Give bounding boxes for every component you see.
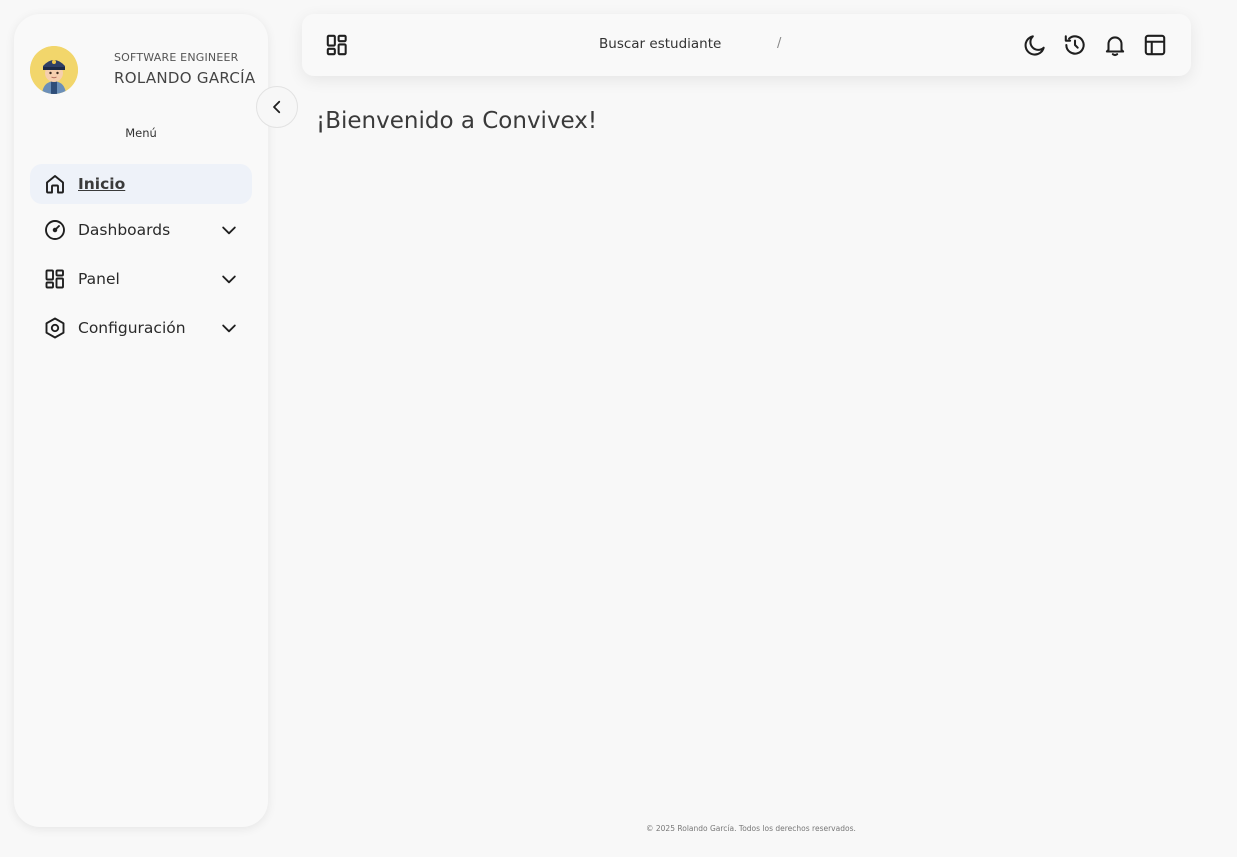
gauge-icon [42, 217, 68, 243]
grid-icon [42, 266, 68, 292]
profile-role: SOFTWARE ENGINEER [114, 51, 239, 64]
sidebar-collapse-button[interactable] [256, 86, 298, 128]
sidebar-item-label: Panel [78, 270, 120, 288]
sidebar-item-inicio[interactable]: Inicio [30, 164, 252, 204]
chevron-down-icon[interactable] [216, 217, 242, 243]
sidebar-item-panel[interactable]: Panel [30, 259, 252, 299]
profile-name: ROLANDO GARCÍA [114, 69, 256, 87]
avatar-police-cartoon-icon [30, 46, 78, 94]
history-icon[interactable] [1062, 32, 1088, 58]
layout-icon[interactable] [1142, 32, 1168, 58]
moon-icon[interactable] [1022, 32, 1048, 58]
chevron-down-icon[interactable] [216, 266, 242, 292]
search-input[interactable]: Buscar estudiante [599, 36, 721, 52]
search-shortcut-hint: / [777, 36, 782, 51]
footer-copyright: © 2025 Rolando García. Todos los derecho… [646, 824, 856, 833]
chevron-left-icon [268, 98, 286, 116]
top-bar: Buscar estudiante / [302, 14, 1191, 76]
apps-grid-icon[interactable] [324, 32, 350, 58]
avatar[interactable] [30, 46, 78, 94]
sidebar: SOFTWARE ENGINEER ROLANDO GARCÍA Menú In… [14, 14, 268, 827]
sidebar-item-label: Configuración [78, 319, 186, 337]
sidebar-item-label: Inicio [78, 175, 126, 193]
sidebar-item-dashboards[interactable]: Dashboards [30, 210, 252, 250]
sidebar-item-configuracion[interactable]: Configuración [30, 308, 252, 348]
home-icon [42, 171, 68, 197]
hexagon-settings-icon [42, 315, 68, 341]
sidebar-item-label: Dashboards [78, 221, 171, 239]
bell-icon[interactable] [1102, 32, 1128, 58]
menu-section-label: Menú [125, 126, 157, 140]
chevron-down-icon[interactable] [216, 315, 242, 341]
welcome-heading: ¡Bienvenido a Convivex! [316, 108, 598, 134]
